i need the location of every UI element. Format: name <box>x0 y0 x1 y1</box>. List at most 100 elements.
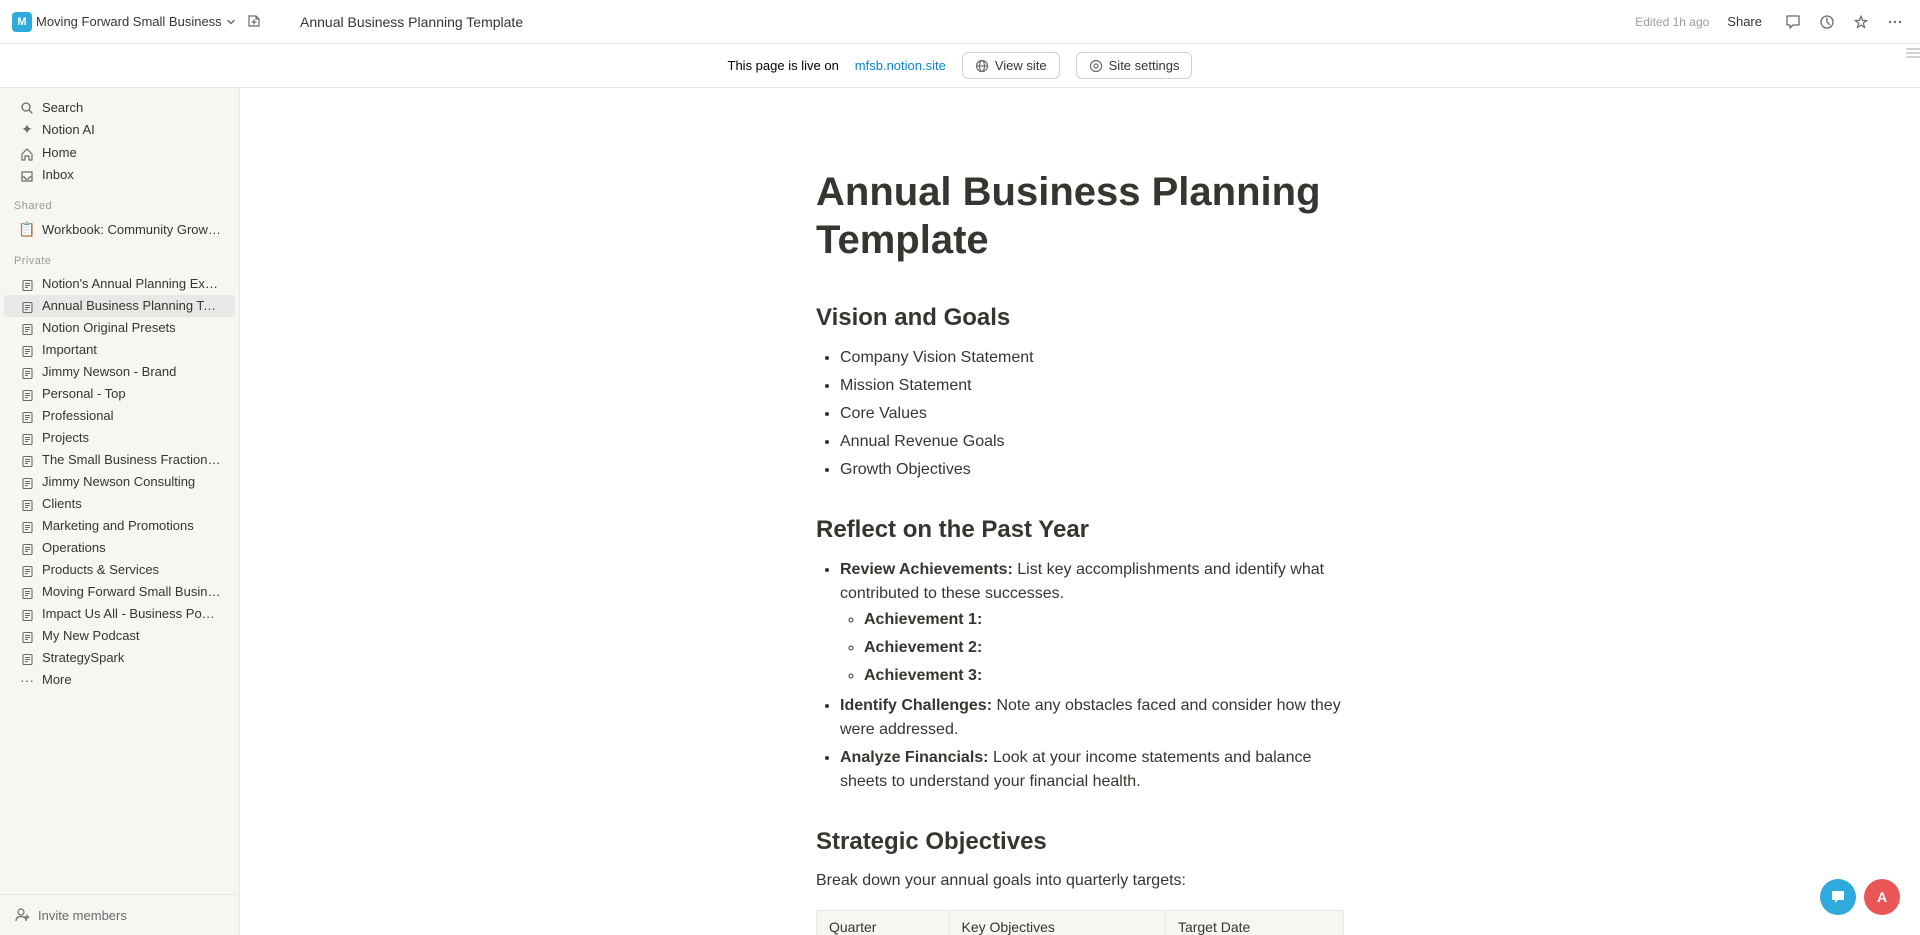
invite-members-label: Invite members <box>38 908 127 923</box>
financials-bold: Analyze Financials: <box>840 749 989 766</box>
operations-label: Operations <box>42 540 106 555</box>
notion-ai-icon: ✦ <box>18 121 36 138</box>
jimmy-consulting-label: Jimmy Newson Consulting <box>42 474 195 489</box>
impact-label: Impact Us All - Business Podcast <box>42 606 221 621</box>
page-icon-8 <box>18 430 36 446</box>
sidebar-item-home[interactable]: Home <box>4 141 235 163</box>
sidebar-item-impact[interactable]: Impact Us All - Business Podcast <box>4 603 235 625</box>
sidebar-item-new-podcast[interactable]: My New Podcast <box>4 625 235 647</box>
more-options-button[interactable] <box>1882 9 1908 35</box>
sidebar-item-clients[interactable]: Clients <box>4 493 235 515</box>
favorite-button[interactable] <box>1848 9 1874 35</box>
site-settings-button[interactable]: Site settings <box>1076 52 1193 79</box>
page-icon-4 <box>18 342 36 358</box>
sidebar-item-products[interactable]: Products & Services <box>4 559 235 581</box>
sidebar-item-personal-top[interactable]: Personal - Top <box>4 383 235 405</box>
quarterly-table: Quarter Key Objectives Target Date Q1 Q2 <box>816 910 1344 935</box>
page-icon-14 <box>18 562 36 578</box>
content-area[interactable]: Annual Business Planning Template Vision… <box>240 88 1920 935</box>
page-icon-7 <box>18 408 36 424</box>
page-icon-16 <box>18 606 36 622</box>
important-label: Important <box>42 342 97 357</box>
sidebar-item-mfsb[interactable]: Moving Forward Small Business <box>4 581 235 603</box>
review-bold: Review Achievements: <box>840 561 1013 578</box>
settings-icon <box>1089 59 1103 73</box>
achievement-3: Achievement 3: <box>864 662 1344 690</box>
updates-button[interactable] <box>1814 9 1840 35</box>
sidebar-item-important[interactable]: Important <box>4 339 235 361</box>
page-icon-9 <box>18 452 36 468</box>
site-settings-label: Site settings <box>1109 58 1180 73</box>
page-icon-10 <box>18 474 36 490</box>
sidebar-item-more[interactable]: ··· More <box>4 669 235 691</box>
new-page-button[interactable] <box>242 9 266 35</box>
sidebar-item-jimmy-brand[interactable]: Jimmy Newson - Brand <box>4 361 235 383</box>
share-button[interactable]: Share <box>1717 10 1772 33</box>
chat-button[interactable] <box>1820 879 1856 915</box>
more-icon: ··· <box>18 672 36 688</box>
table-header-date: Target Date <box>1165 910 1343 935</box>
page-icon-13 <box>18 540 36 556</box>
achievement-sub-bullets: Achievement 1: Achievement 2: Achievemen… <box>864 606 1344 690</box>
banner-link[interactable]: mfsb.notion.site <box>855 58 946 73</box>
section-strategic-heading: Strategic Objectives <box>816 828 1344 856</box>
sidebar-item-notions-annual[interactable]: Notion's Annual Planning Exercise <box>4 273 235 295</box>
shared-section-header: Shared <box>0 194 239 218</box>
workspace-name-label: Moving Forward Small Business <box>36 14 222 29</box>
document-content: Annual Business Planning Template Vision… <box>720 88 1440 935</box>
inbox-label: Inbox <box>42 167 74 182</box>
section-reflect-heading: Reflect on the Past Year <box>816 516 1344 544</box>
private-section-header: Private <box>0 249 239 273</box>
topbar: M Moving Forward Small Business Annual B… <box>0 0 1920 44</box>
sidebar-item-notion-ai[interactable]: ✦ Notion AI <box>4 118 235 141</box>
marketing-label: Marketing and Promotions <box>42 518 194 533</box>
sidebar-item-strategyspark[interactable]: StrategySpark <box>4 647 235 669</box>
bullet-vision-1: Company Vision Statement <box>840 344 1344 372</box>
sidebar-item-workbook[interactable]: 📋 Workbook: Community Growth Catalyst <box>4 218 235 241</box>
page-icon-15 <box>18 584 36 600</box>
search-label: Search <box>42 100 83 115</box>
topbar-left: M Moving Forward Small Business <box>12 9 292 35</box>
projects-label: Projects <box>42 430 89 445</box>
challenges-bold: Identify Challenges: <box>840 697 992 714</box>
products-label: Products & Services <box>42 562 159 577</box>
sidebar: Search ✦ Notion AI Home <box>0 88 240 935</box>
page-icon-3 <box>18 320 36 336</box>
workspace-avatar: M <box>12 12 32 32</box>
sidebar-item-marketing[interactable]: Marketing and Promotions <box>4 515 235 537</box>
sidebar-item-jimmy-consulting[interactable]: Jimmy Newson Consulting <box>4 471 235 493</box>
bullet-challenges: Identify Challenges: Note any obstacles … <box>840 692 1344 744</box>
sidebar-item-professional[interactable]: Professional <box>4 405 235 427</box>
bullet-vision-2: Mission Statement <box>840 372 1344 400</box>
invite-members-button[interactable]: Invite members <box>14 903 225 927</box>
more-label: More <box>42 672 72 687</box>
sidebar-item-fractional-cmo[interactable]: The Small Business Fractional CMO <box>4 449 235 471</box>
notions-annual-label: Notion's Annual Planning Exercise <box>42 276 221 291</box>
bullet-financials: Analyze Financials: Look at your income … <box>840 744 1344 796</box>
sidebar-item-search[interactable]: Search <box>4 96 235 118</box>
document-title: Annual Business Planning Template <box>816 168 1344 264</box>
workbook-icon: 📋 <box>18 221 36 238</box>
site-banner: This page is live on mfsb.notion.site Vi… <box>0 44 1920 88</box>
view-site-button[interactable]: View site <box>962 52 1060 79</box>
main-layout: Search ✦ Notion AI Home <box>0 88 1920 935</box>
sidebar-item-notion-presets[interactable]: Notion Original Presets <box>4 317 235 339</box>
page-icon-11 <box>18 496 36 512</box>
user-avatar[interactable]: A <box>1864 879 1900 915</box>
search-icon <box>18 99 36 115</box>
achievement-2: Achievement 2: <box>864 634 1344 662</box>
sidebar-item-annual-template[interactable]: Annual Business Planning Template <box>4 295 235 317</box>
comments-button[interactable] <box>1780 9 1806 35</box>
workspace-name[interactable]: M Moving Forward Small Business <box>12 12 236 32</box>
reflect-bullets: Review Achievements: List key accomplish… <box>840 556 1344 796</box>
right-scrollbar <box>1908 88 1920 935</box>
doc-title-label: Annual Business Planning Template <box>300 14 523 30</box>
page-icon-2 <box>18 298 36 314</box>
sidebar-item-inbox[interactable]: Inbox <box>4 164 235 186</box>
sidebar-item-projects[interactable]: Projects <box>4 427 235 449</box>
bullet-vision-5: Growth Objectives <box>840 456 1344 484</box>
person-plus-icon <box>14 907 30 923</box>
sidebar-item-operations[interactable]: Operations <box>4 537 235 559</box>
page-icon-5 <box>18 364 36 380</box>
home-label: Home <box>42 145 77 160</box>
